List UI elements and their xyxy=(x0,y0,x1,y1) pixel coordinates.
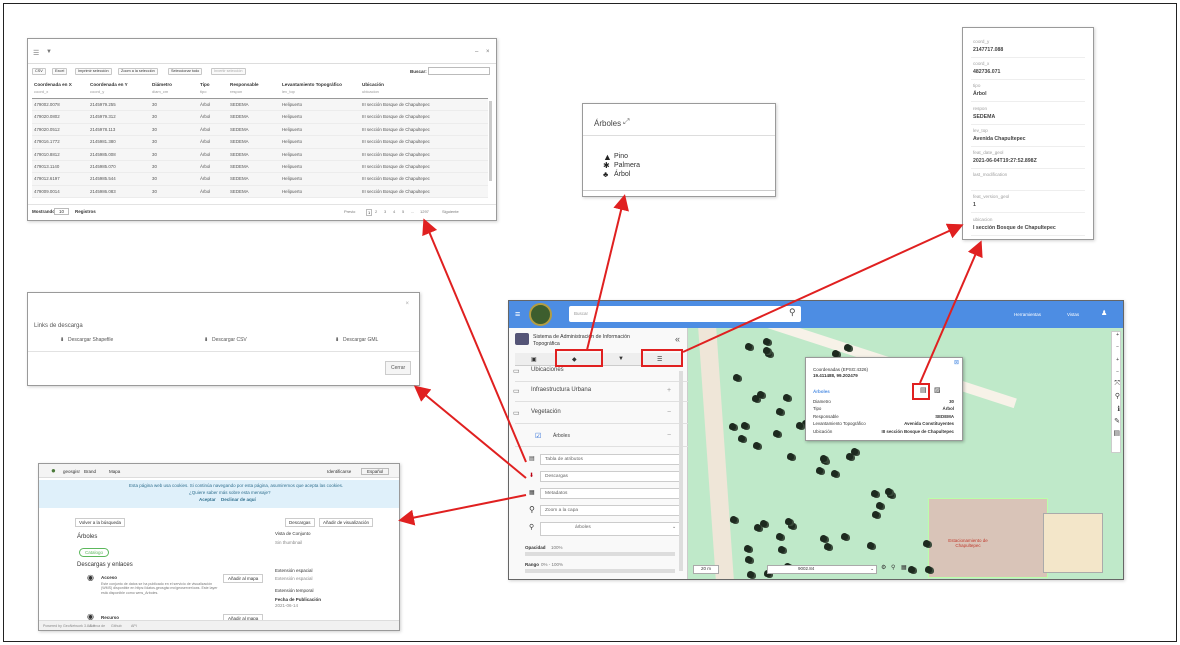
arrow xyxy=(919,240,983,384)
arrow xyxy=(398,494,527,526)
annotation-arrows xyxy=(398,194,983,526)
arrow xyxy=(422,218,527,463)
arrow xyxy=(682,223,964,353)
arrow xyxy=(586,194,629,351)
arrow xyxy=(413,385,527,479)
